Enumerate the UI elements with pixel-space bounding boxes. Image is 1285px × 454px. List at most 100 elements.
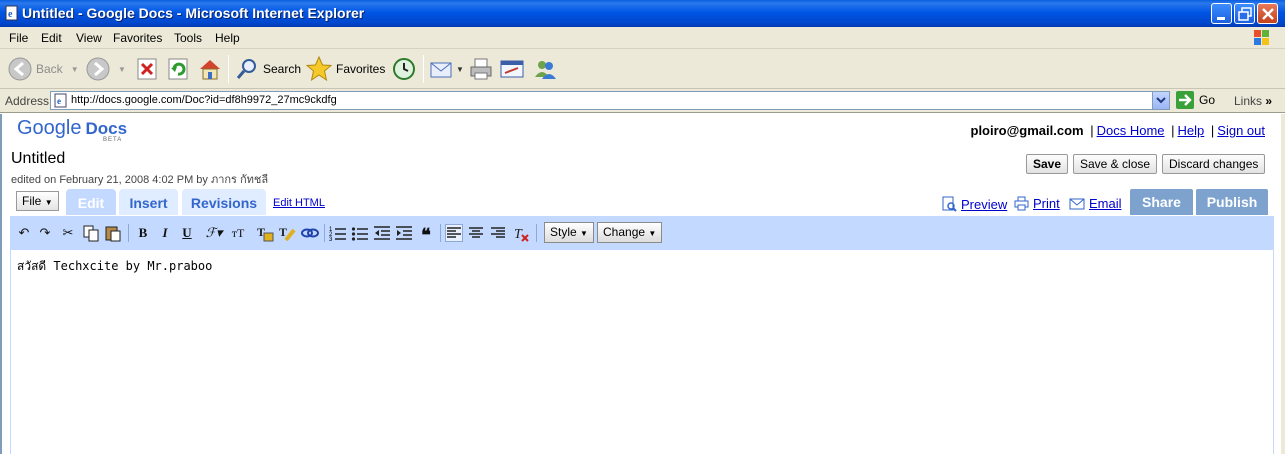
align-right-icon[interactable] bbox=[489, 224, 507, 242]
messenger-button[interactable] bbox=[533, 55, 557, 83]
svg-text:3: 3 bbox=[329, 237, 333, 242]
email-label: Email bbox=[1089, 196, 1122, 211]
stop-button[interactable] bbox=[136, 55, 158, 83]
link-icon[interactable] bbox=[301, 224, 319, 242]
google-docs-logo[interactable]: Google Docs BETA bbox=[17, 117, 128, 143]
back-label: Back bbox=[36, 62, 63, 76]
clear-formatting-icon[interactable]: T bbox=[512, 224, 530, 242]
blockquote-icon[interactable]: ❝ bbox=[417, 224, 435, 245]
publish-button[interactable]: Publish bbox=[1196, 189, 1268, 215]
forward-arrow-icon bbox=[86, 57, 110, 81]
document-editor[interactable]: สวัสดี Techxcite by Mr.praboo bbox=[10, 250, 1274, 454]
toolbar-separator bbox=[228, 55, 229, 83]
home-button[interactable] bbox=[198, 55, 222, 83]
maximize-button[interactable] bbox=[1234, 3, 1255, 24]
minimize-button[interactable] bbox=[1211, 3, 1232, 24]
refresh-icon bbox=[168, 58, 188, 80]
minimize-icon bbox=[1217, 17, 1225, 20]
bold-icon[interactable]: B bbox=[134, 224, 152, 242]
align-center-icon[interactable] bbox=[467, 224, 485, 242]
redo-icon[interactable]: ↷ bbox=[36, 224, 54, 242]
underline-icon[interactable]: U bbox=[178, 224, 196, 242]
decrease-indent-icon[interactable] bbox=[373, 224, 391, 242]
forward-dropdown-icon[interactable]: ▼ bbox=[118, 65, 126, 74]
favorites-button[interactable]: Favorites bbox=[306, 55, 385, 83]
print-button[interactable] bbox=[469, 55, 493, 83]
style-label: Style bbox=[550, 225, 577, 239]
messenger-icon bbox=[535, 61, 556, 79]
windows-logo-icon bbox=[1254, 30, 1269, 45]
edit-html-link[interactable]: Edit HTML bbox=[273, 197, 325, 209]
close-window-button[interactable] bbox=[1257, 3, 1278, 24]
share-button[interactable]: Share bbox=[1130, 189, 1193, 215]
save-close-button[interactable]: Save & close bbox=[1073, 154, 1158, 174]
go-button[interactable]: Go bbox=[1176, 91, 1215, 109]
email-link[interactable]: Email bbox=[1069, 196, 1122, 211]
address-dropdown-button[interactable] bbox=[1152, 92, 1169, 109]
align-left-icon[interactable] bbox=[445, 224, 463, 242]
user-email: ploiro@gmail.com bbox=[970, 123, 1084, 138]
menu-tools[interactable]: Tools bbox=[174, 31, 202, 45]
preview-link[interactable]: Preview bbox=[942, 196, 1007, 212]
style-dropdown[interactable]: Style ▼ bbox=[544, 222, 594, 243]
chevron-down-icon: ▼ bbox=[44, 198, 53, 207]
tab-revisions[interactable]: Revisions bbox=[182, 189, 266, 215]
text-color-icon[interactable]: T bbox=[256, 224, 274, 242]
tab-insert[interactable]: Insert bbox=[119, 189, 178, 215]
cut-icon[interactable]: ✂ bbox=[59, 224, 77, 242]
increase-indent-icon[interactable] bbox=[395, 224, 413, 242]
logo-google: Google bbox=[17, 117, 82, 139]
logo-docs: Docs bbox=[85, 119, 128, 138]
help-link[interactable]: Help bbox=[1178, 123, 1205, 138]
forward-button[interactable]: ▼ bbox=[86, 55, 126, 83]
address-input[interactable]: e http://docs.google.com/Doc?id=df8h9972… bbox=[50, 91, 1170, 110]
edit-button[interactable] bbox=[500, 55, 526, 83]
change-dropdown[interactable]: Change ▼ bbox=[597, 222, 663, 243]
print-label: Print bbox=[1033, 196, 1060, 211]
paste-icon[interactable] bbox=[104, 224, 122, 242]
ie-page-icon: e bbox=[54, 93, 67, 108]
back-button[interactable]: Back ▼ bbox=[8, 55, 79, 83]
back-dropdown-icon[interactable]: ▼ bbox=[71, 65, 79, 74]
docs-home-link[interactable]: Docs Home bbox=[1097, 123, 1165, 138]
menu-edit[interactable]: Edit bbox=[41, 31, 62, 45]
tab-edit[interactable]: Edit bbox=[66, 189, 116, 215]
restore-icon bbox=[1238, 7, 1252, 21]
favorites-label: Favorites bbox=[336, 62, 386, 76]
menu-file[interactable]: File bbox=[9, 31, 28, 45]
save-button[interactable]: Save bbox=[1026, 154, 1069, 174]
search-button[interactable]: Search bbox=[235, 55, 301, 83]
numbered-list-icon[interactable]: 123 bbox=[329, 224, 347, 243]
preview-label: Preview bbox=[961, 196, 1008, 212]
menu-view[interactable]: View bbox=[76, 31, 102, 45]
document-title[interactable]: Untitled bbox=[11, 150, 65, 168]
document-text[interactable]: สวัสดี Techxcite by Mr.praboo bbox=[17, 257, 212, 276]
sign-out-link[interactable]: Sign out bbox=[1217, 123, 1265, 138]
refresh-button[interactable] bbox=[167, 55, 189, 83]
page-content: Google Docs BETA ploiro@gmail.com | Docs H… bbox=[0, 114, 1285, 454]
search-label: Search bbox=[263, 62, 302, 76]
highlight-color-icon[interactable]: T bbox=[278, 224, 296, 242]
change-label: Change bbox=[603, 225, 646, 239]
svg-text:e: e bbox=[8, 9, 13, 20]
font-size-icon[interactable]: ᴛT bbox=[229, 224, 247, 242]
print-link[interactable]: Print bbox=[1014, 196, 1060, 211]
copy-icon[interactable] bbox=[82, 224, 100, 242]
go-arrow-icon bbox=[1176, 91, 1194, 109]
menu-help[interactable]: Help bbox=[215, 31, 240, 45]
menu-favorites[interactable]: Favorites bbox=[113, 31, 162, 45]
mail-button[interactable]: ▼ bbox=[430, 55, 464, 83]
mail-icon bbox=[430, 62, 452, 78]
bulleted-list-icon[interactable] bbox=[351, 224, 369, 242]
italic-icon[interactable]: I bbox=[156, 224, 174, 242]
links-button[interactable]: Links » bbox=[1234, 94, 1272, 108]
toolbar-separator bbox=[324, 224, 325, 242]
edit-page-icon bbox=[500, 60, 524, 78]
discard-changes-button[interactable]: Discard changes bbox=[1162, 154, 1266, 174]
toolbar-separator bbox=[440, 224, 441, 242]
mail-dropdown-icon[interactable]: ▼ bbox=[456, 65, 464, 74]
file-menu-button[interactable]: File ▼ bbox=[16, 191, 59, 211]
undo-icon[interactable]: ↶ bbox=[15, 224, 33, 242]
history-button[interactable] bbox=[392, 55, 416, 83]
font-family-icon[interactable]: ℱ▾ bbox=[205, 224, 223, 242]
